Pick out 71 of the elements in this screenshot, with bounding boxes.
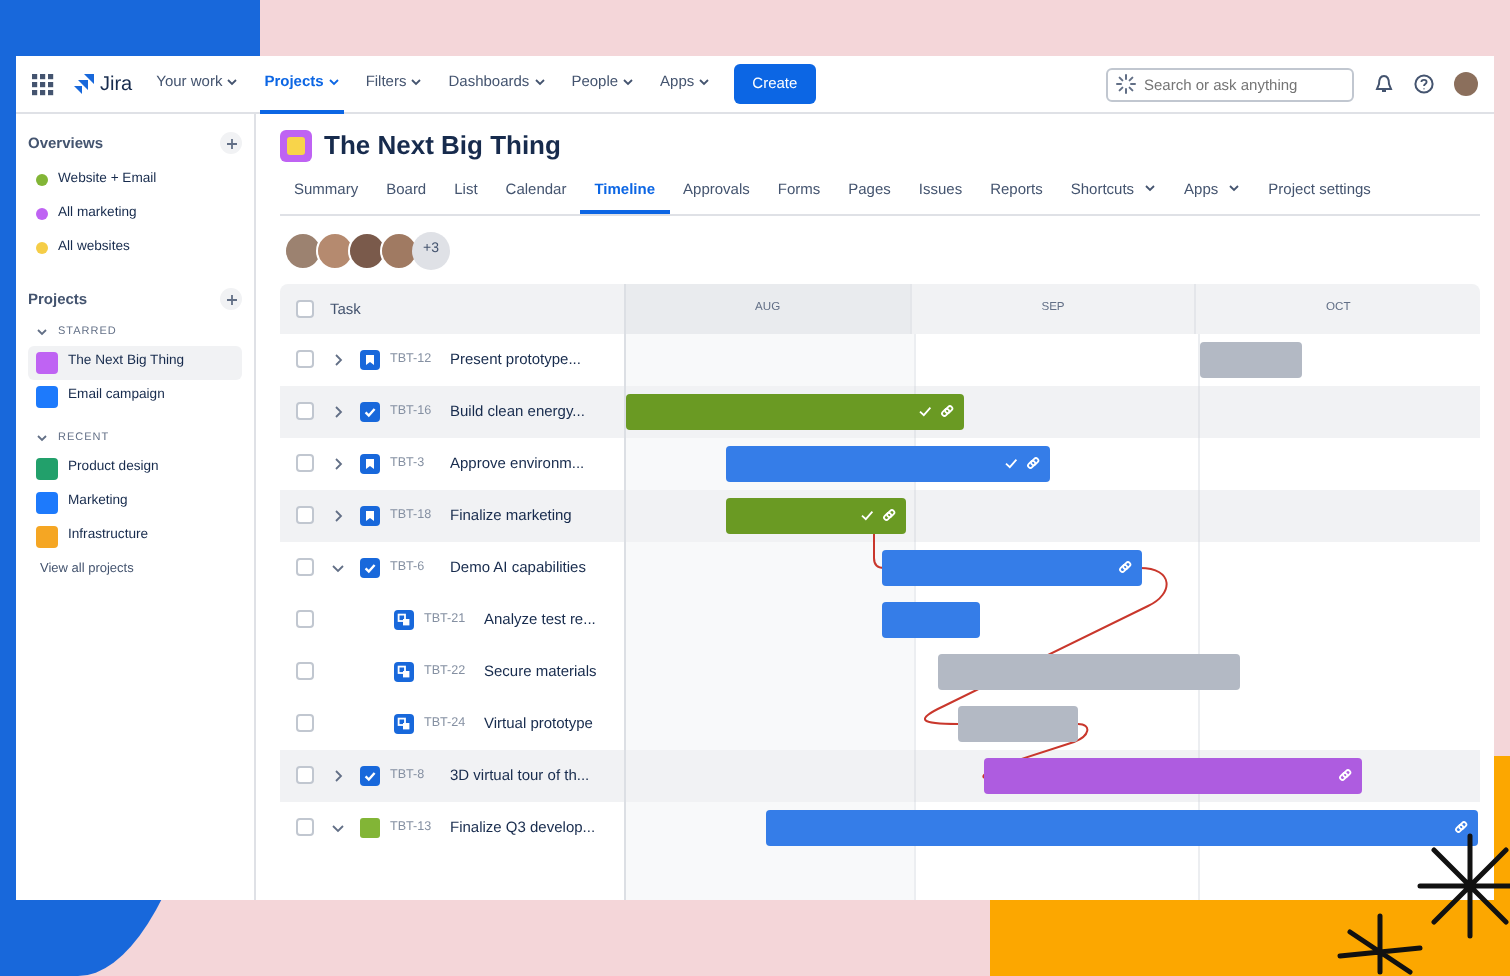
checkbox[interactable] [296,454,314,473]
add-button[interactable] [220,288,242,311]
chevron-down-icon[interactable] [36,432,48,444]
caret-icon [533,76,546,88]
check-icon [918,404,933,419]
link-icon [940,404,955,419]
avatar[interactable] [380,231,418,270]
chevron-right-icon[interactable] [330,767,346,784]
epic-icon [360,817,380,838]
link-icon [1025,456,1040,471]
task-icon [360,557,380,578]
project-icon [280,129,312,162]
chevron-down-icon[interactable] [36,326,48,338]
project-title: The Next Big Thing [324,128,561,164]
avatar[interactable] [348,231,386,270]
caret-icon [622,76,635,88]
link-icon [1338,768,1353,783]
caret-icon [1144,182,1157,195]
timeline-bar[interactable] [626,393,965,430]
add-button[interactable] [220,132,242,155]
avatar[interactable] [316,231,354,270]
checkbox[interactable] [296,506,314,525]
checkbox[interactable] [296,766,314,785]
checkbox[interactable] [296,350,314,369]
help-icon[interactable] [1414,74,1434,94]
chevron-down-icon[interactable] [330,559,346,576]
timeline-bar[interactable] [766,809,1478,846]
plus-icon [225,137,237,150]
story-icon [360,505,380,526]
link-icon [881,508,896,523]
checkbox[interactable] [296,714,314,733]
avatar[interactable] [284,231,322,270]
story-icon [360,453,380,474]
checkbox[interactable] [296,402,314,421]
subtask-icon [394,713,414,734]
timeline-bar[interactable] [882,549,1142,586]
timeline-bar[interactable] [882,601,981,638]
checkbox[interactable] [296,558,314,577]
task-icon [360,401,380,422]
notification-bell-icon[interactable] [1374,74,1394,94]
chevron-right-icon[interactable] [330,455,346,472]
subtask-icon [394,609,414,630]
dependency-line [873,532,885,569]
checkbox[interactable] [296,818,314,837]
checkbox[interactable] [296,662,314,681]
checkbox[interactable] [296,299,314,318]
caret-icon [410,76,423,88]
caret-icon [1228,182,1241,195]
timeline-bar[interactable] [726,497,906,534]
check-icon [859,508,874,523]
caret-icon [226,76,239,88]
user-avatar[interactable] [1454,72,1478,96]
caret-icon [698,76,711,88]
timeline-bar[interactable] [726,445,1050,482]
story-icon [360,349,380,370]
subtask-icon [394,661,414,682]
chevron-right-icon[interactable] [330,507,346,524]
logo-text[interactable]: Jira [100,69,133,99]
chevron-right-icon[interactable] [330,403,346,420]
link-icon [1117,560,1132,575]
app-grid-icon[interactable] [32,73,54,95]
checkbox[interactable] [296,610,314,629]
logo-icon[interactable] [74,74,94,94]
caret-icon [327,76,340,88]
chevron-down-icon[interactable] [330,819,346,836]
timeline-bar[interactable] [983,757,1363,794]
task-icon [360,765,380,786]
chevron-right-icon[interactable] [330,351,346,368]
check-icon [1003,456,1018,471]
plus-icon [225,293,237,306]
link-icon [1453,820,1468,835]
